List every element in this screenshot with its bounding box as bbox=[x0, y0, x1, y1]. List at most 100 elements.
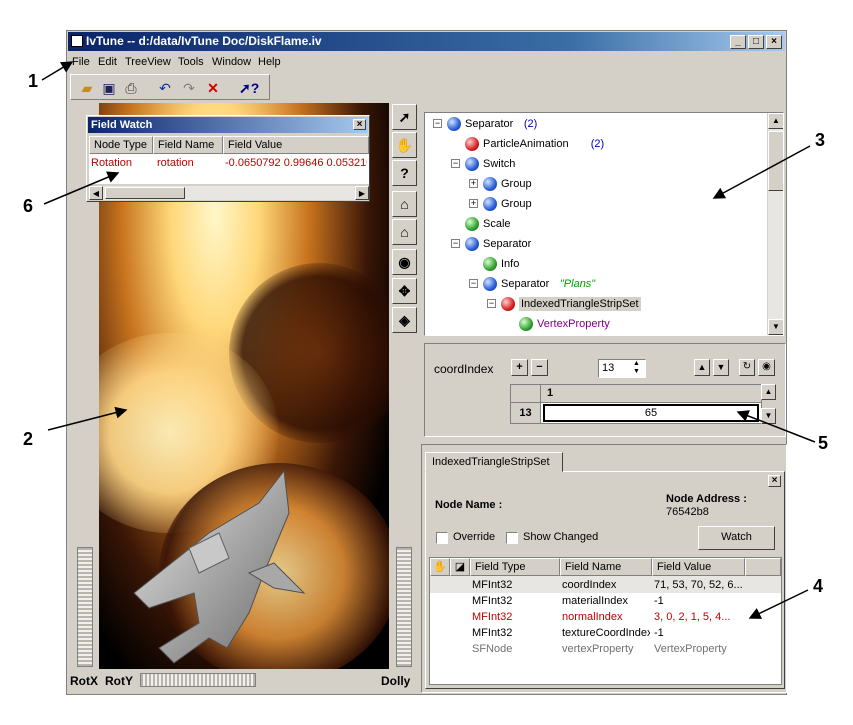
tree-node-label: ParticleAnimation bbox=[483, 138, 569, 150]
fw-cell-field-value[interactable]: -0.0650792 0.99646 0.053210 bbox=[225, 156, 367, 170]
coord-grid[interactable]: 1 13 65 bbox=[510, 384, 762, 424]
seek-icon[interactable]: ✥ bbox=[392, 278, 417, 304]
redo-icon[interactable]: ↷ bbox=[179, 78, 199, 98]
undo-icon[interactable]: ↶ bbox=[155, 78, 175, 98]
set-home-icon[interactable]: ⌂ bbox=[392, 219, 417, 245]
close-button[interactable]: × bbox=[766, 35, 782, 49]
scroll-up-icon[interactable]: ▲ bbox=[768, 113, 783, 129]
print-icon[interactable]: ⎙ bbox=[121, 78, 141, 98]
tree-node-label: Group bbox=[501, 198, 532, 210]
remove-index-button[interactable]: − bbox=[531, 359, 548, 376]
rotx-wheel[interactable] bbox=[77, 547, 93, 667]
header-field-type[interactable]: Field Type bbox=[470, 558, 560, 576]
collapse-icon[interactable]: − bbox=[451, 239, 460, 248]
grid-scroll-up-icon[interactable]: ▲ bbox=[761, 384, 776, 400]
grid-scroll-down-icon[interactable]: ▼ bbox=[761, 408, 776, 424]
field-name-cell[interactable]: vertexProperty bbox=[562, 642, 650, 656]
home-icon[interactable]: ⌂ bbox=[392, 191, 417, 217]
field-value-cell[interactable]: VertexProperty bbox=[654, 642, 744, 656]
fw-scroll-thumb[interactable] bbox=[105, 187, 185, 199]
move-down-button[interactable]: ▼ bbox=[713, 359, 729, 376]
collapse-icon[interactable]: − bbox=[469, 279, 478, 288]
tab-indexedtrianglestripset[interactable]: IndexedTriangleStripSet bbox=[425, 452, 563, 472]
field-type-cell[interactable]: MFInt32 bbox=[472, 594, 558, 608]
field-value-cell[interactable]: 3, 0, 2, 1, 5, 4... bbox=[654, 610, 744, 624]
fw-header-field-name[interactable]: Field Name bbox=[153, 136, 223, 154]
scroll-left-icon[interactable]: ◀ bbox=[89, 186, 103, 200]
collapse-icon[interactable]: − bbox=[451, 159, 460, 168]
title-bar[interactable]: IvTune -- d:/data/IvTune Doc/DiskFlame.i… bbox=[68, 32, 785, 51]
help-icon[interactable]: ? bbox=[392, 160, 417, 186]
minimize-button[interactable]: _ bbox=[730, 35, 746, 49]
tree-node-label: Scale bbox=[483, 218, 511, 230]
override-checkbox[interactable] bbox=[436, 532, 448, 544]
tree-scroll-thumb[interactable] bbox=[768, 131, 783, 191]
field-grid[interactable]: ✋ ◪ Field Type Field Name Field Value MF… bbox=[429, 557, 782, 685]
field-value-cell[interactable]: -1 bbox=[654, 594, 744, 608]
eye-icon[interactable]: ◉ bbox=[758, 359, 775, 376]
roty-wheel[interactable] bbox=[140, 673, 256, 687]
fw-header-node-type[interactable]: Node Type bbox=[89, 136, 153, 154]
inspector-close-button[interactable]: × bbox=[768, 475, 781, 487]
field-type-cell[interactable]: SFNode bbox=[472, 642, 558, 656]
menu-treeview[interactable]: TreeView bbox=[125, 56, 171, 68]
field-name-cell[interactable]: materialIndex bbox=[562, 594, 650, 608]
menu-edit[interactable]: Edit bbox=[98, 56, 117, 68]
field-name-cell[interactable]: normalIndex bbox=[562, 610, 650, 624]
menu-help[interactable]: Help bbox=[258, 56, 281, 68]
field-watch-close-button[interactable]: × bbox=[353, 119, 366, 130]
node-name-label: Node Name : bbox=[435, 499, 503, 511]
filter-icon[interactable]: ◪ bbox=[450, 558, 470, 576]
field-type-cell[interactable]: MFInt32 bbox=[472, 578, 558, 592]
field-type-cell[interactable]: MFInt32 bbox=[472, 610, 558, 624]
app-icon bbox=[71, 35, 83, 47]
watch-button[interactable]: Watch bbox=[698, 526, 775, 550]
show-changed-checkbox[interactable] bbox=[506, 532, 518, 544]
dolly-wheel[interactable] bbox=[396, 547, 412, 667]
expand-icon[interactable]: + bbox=[469, 179, 478, 188]
tree-node-label: Separator bbox=[501, 278, 550, 290]
delete-icon[interactable]: ✕ bbox=[203, 78, 223, 98]
scroll-right-icon[interactable]: ▶ bbox=[355, 186, 369, 200]
fw-hscrollbar[interactable]: ◀ ▶ bbox=[89, 185, 369, 200]
tree-vscrollbar[interactable]: ▲ ▼ bbox=[767, 113, 783, 335]
add-index-button[interactable]: + bbox=[511, 359, 528, 376]
field-name-cell[interactable]: coordIndex bbox=[562, 578, 650, 592]
refresh-icon[interactable]: ↻ bbox=[739, 359, 755, 376]
fw-cell-node-type[interactable]: Rotation bbox=[91, 156, 151, 170]
field-value-cell[interactable]: 71, 53, 70, 52, 6... bbox=[654, 578, 744, 592]
view-all-icon[interactable]: ◉ bbox=[392, 249, 417, 275]
field-name-cell[interactable]: textureCoordIndex bbox=[562, 626, 650, 640]
menu-tools[interactable]: Tools bbox=[178, 56, 204, 68]
whats-this-icon[interactable]: ➚? bbox=[239, 78, 259, 98]
field-type-cell[interactable]: MFInt32 bbox=[472, 626, 558, 640]
scene-tree[interactable]: − Separator (2) ParticleAnimation (2) − Switch… bbox=[424, 112, 784, 336]
pick-arrow-icon[interactable]: ➚ bbox=[392, 104, 417, 130]
header-field-value[interactable]: Field Value bbox=[652, 558, 745, 576]
scroll-down-icon[interactable]: ▼ bbox=[768, 319, 783, 335]
collapse-icon[interactable]: − bbox=[433, 119, 442, 128]
blue-node-icon bbox=[483, 277, 497, 291]
open-icon[interactable]: ▰ bbox=[77, 78, 97, 98]
rotx-label: RotX bbox=[70, 674, 98, 688]
collapse-icon[interactable]: − bbox=[487, 299, 496, 308]
field-watch-window[interactable]: Field Watch × Node Type Field Name Field… bbox=[86, 115, 370, 202]
hand-icon[interactable]: ✋ bbox=[430, 558, 450, 576]
field-value-cell[interactable]: -1 bbox=[654, 626, 744, 640]
expand-icon[interactable]: + bbox=[469, 199, 478, 208]
header-field-name[interactable]: Field Name bbox=[560, 558, 652, 576]
show-changed-label: Show Changed bbox=[523, 531, 599, 543]
menu-window[interactable]: Window bbox=[212, 56, 251, 68]
hand-icon[interactable]: ✋ bbox=[392, 132, 417, 158]
grid-cell[interactable]: 65 bbox=[543, 404, 759, 422]
fw-header-field-value[interactable]: Field Value bbox=[223, 136, 369, 154]
fw-cell-field-name[interactable]: rotation bbox=[157, 156, 221, 170]
spin-arrows-icon[interactable]: ▲ ▼ bbox=[633, 360, 640, 376]
projection-icon[interactable]: ◈ bbox=[392, 307, 417, 333]
node-address-value: 76542b8 bbox=[666, 506, 709, 518]
save-icon[interactable]: ▣ bbox=[99, 78, 119, 98]
move-up-button[interactable]: ▲ bbox=[694, 359, 710, 376]
menu-file[interactable]: File bbox=[72, 56, 90, 68]
maximize-button[interactable]: □ bbox=[748, 35, 764, 49]
index-spinbox[interactable]: 13 ▲ ▼ bbox=[598, 359, 646, 378]
